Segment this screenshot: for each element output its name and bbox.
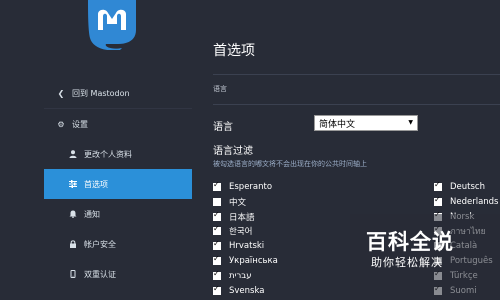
settings-nav: ❮ 回到 Mastodon ⚙ 设置 更改个人资料 首选项 通知 帐户安全 双重…: [44, 78, 192, 289]
sidebar-item-label: 通知: [84, 209, 100, 219]
sidebar-item-account-security[interactable]: 帐户安全: [44, 229, 192, 259]
mastodon-logo[interactable]: [82, 0, 142, 50]
language-checkbox-row[interactable]: Українська: [213, 254, 278, 267]
language-label: Українська: [229, 256, 278, 266]
language-label: עברית: [229, 270, 252, 281]
section-heading-language: 语言: [213, 85, 227, 93]
sidebar-item-preferences[interactable]: 首选项: [44, 169, 192, 199]
checkbox[interactable]: [213, 210, 221, 221]
user-icon: [68, 150, 78, 158]
language-select[interactable]: 简体中文 ▼: [314, 115, 418, 131]
checkbox[interactable]: [213, 180, 221, 191]
mobile-icon: [68, 270, 78, 278]
language-label: 日本語: [229, 212, 255, 223]
checkbox[interactable]: [213, 269, 221, 280]
settings-label: 设置: [72, 119, 88, 129]
language-checkbox-row[interactable]: 한국어: [213, 224, 253, 238]
language-label: 한국어: [229, 227, 253, 238]
language-label: 中文: [229, 197, 247, 208]
language-filter-hint: 被勾选语言的嘟文将不会出现在你的公共时间轴上: [213, 160, 367, 168]
language-label: 语言: [213, 122, 233, 133]
language-label: Svenska: [229, 285, 265, 296]
sidebar-item-edit-profile[interactable]: 更改个人资料: [44, 139, 192, 169]
language-checkbox-row[interactable]: Hrvatski: [213, 239, 265, 252]
sidebar-item-settings[interactable]: ⚙ 设置: [44, 109, 192, 139]
watermark-title: 百科全说: [366, 230, 454, 254]
language-checkbox-row[interactable]: 日本語: [213, 210, 255, 223]
gear-icon: ⚙: [57, 119, 65, 129]
checkbox[interactable]: [213, 239, 221, 251]
language-checkbox-row[interactable]: Svenska: [213, 284, 265, 297]
language-checkbox-row[interactable]: Esperanto: [213, 180, 273, 193]
sidebar: ❮ 回到 Mastodon ⚙ 设置 更改个人资料 首选项 通知 帐户安全 双重…: [0, 0, 192, 300]
sidebar-item-label: 首选项: [84, 179, 108, 189]
chevron-left-icon: ❮: [57, 88, 65, 98]
title-divider: [213, 74, 500, 75]
language-label: Hrvatski: [229, 241, 265, 252]
sidebar-item-notifications[interactable]: 通知: [44, 199, 192, 229]
language-label: Esperanto: [229, 182, 273, 192]
sidebar-item-label: 帐户安全: [84, 239, 116, 249]
checkbox[interactable]: [213, 197, 221, 206]
back-label: 回到 Mastodon: [72, 88, 130, 98]
checkbox[interactable]: [434, 195, 442, 206]
bell-icon: [68, 210, 78, 218]
section-divider: [213, 104, 500, 105]
checkbox[interactable]: [213, 224, 221, 236]
language-checkbox-row[interactable]: 中文: [213, 196, 246, 208]
caret-down-icon: ▼: [408, 119, 413, 126]
language-checkbox-row[interactable]: Deutsch: [434, 180, 485, 193]
language-label: Deutsch: [450, 182, 485, 192]
back-to-mastodon-link[interactable]: ❮ 回到 Mastodon: [44, 78, 192, 108]
sliders-icon: [68, 180, 78, 188]
language-checkbox-row[interactable]: עברית: [213, 269, 252, 282]
language-checkbox-row[interactable]: Nederlands: [434, 195, 499, 208]
lock-icon: [68, 240, 78, 248]
page-title: 首选项: [213, 43, 255, 59]
checkbox[interactable]: [213, 254, 221, 265]
watermark-subtitle: 助你轻松解决: [371, 256, 443, 269]
checkbox[interactable]: [213, 284, 221, 295]
sidebar-item-two-factor[interactable]: 双重认证: [44, 259, 192, 289]
sidebar-item-label: 更改个人资料: [84, 149, 132, 159]
sidebar-item-label: 双重认证: [84, 269, 116, 279]
language-select-value: 简体中文: [319, 119, 356, 130]
language-label: Nederlands: [450, 196, 499, 207]
checkbox[interactable]: [434, 180, 442, 191]
language-filter-title: 语言过滤: [213, 146, 253, 157]
